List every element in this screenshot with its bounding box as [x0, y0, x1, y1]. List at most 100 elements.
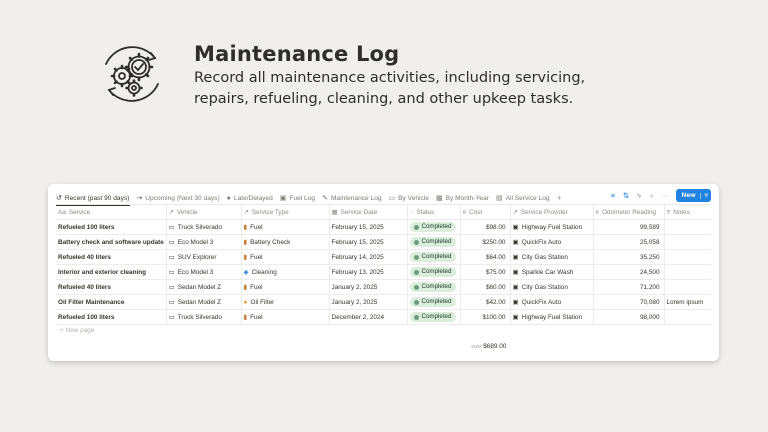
vehicle-cell[interactable]: ▭ Eco Model 3: [166, 234, 242, 250]
cost-cell[interactable]: $98.00: [460, 219, 511, 235]
table-row[interactable]: Refueled 100 liters ▭ Truck Silverado ▮ Fuel…: [56, 219, 711, 235]
service-date-cell[interactable]: December 2, 2024: [329, 309, 408, 325]
column-header-service-provider[interactable]: ↗ Service Provider: [510, 204, 594, 220]
vehicle-cell[interactable]: ▭ Sedan Model Z: [166, 294, 242, 310]
service-cell[interactable]: Refueled 40 liters: [56, 249, 167, 265]
column-header-label: Notes: [673, 208, 690, 216]
table-row[interactable]: Interior and exterior cleaning ▭ Eco Model…: [56, 264, 711, 280]
filter-icon[interactable]: ≡: [607, 191, 620, 200]
service-type-cell[interactable]: ▮ Battery Check: [241, 234, 330, 250]
column-header-label: Service: [68, 208, 91, 216]
notes-cell[interactable]: Lorem ipsum: [664, 294, 711, 310]
cost-cell[interactable]: $64.00: [460, 249, 511, 265]
status-cell[interactable]: Completed: [407, 294, 461, 310]
search-icon[interactable]: ⌕: [646, 191, 659, 201]
car-icon: ▭: [168, 254, 175, 261]
sort-icon[interactable]: ⇅: [620, 191, 633, 200]
service-cell[interactable]: Refueled 100 liters: [56, 219, 167, 235]
service-cell[interactable]: Refueled 40 liters: [56, 279, 167, 295]
service-date-cell[interactable]: January 2, 2025: [329, 279, 408, 295]
new-button-label[interactable]: New: [676, 192, 701, 199]
service-type-cell[interactable]: ▮ Fuel: [241, 309, 330, 325]
service-provider-cell[interactable]: ▣ Sparkle Car Wash: [510, 264, 594, 280]
cost-cell[interactable]: $42.00: [460, 294, 511, 310]
provider-name: QuickFix Auto: [521, 299, 562, 306]
odometer-cell[interactable]: 99,589: [593, 219, 665, 235]
notes-cell[interactable]: [664, 279, 711, 295]
cost-cell[interactable]: $100.00: [460, 309, 511, 325]
vehicle-cell[interactable]: ▭ Sedan Model Z: [166, 279, 242, 295]
service-provider-cell[interactable]: ▣ City Gas Station: [510, 279, 594, 295]
service-provider-cell[interactable]: ▣ Highway Fuel Station: [510, 219, 594, 235]
service-provider-cell[interactable]: ▣ City Gas Station: [510, 249, 594, 265]
column-header-notes[interactable]: ≡ Notes: [664, 204, 711, 220]
status-label: Completed: [421, 268, 452, 275]
service-type-cell[interactable]: ● Oil Filter: [241, 294, 330, 310]
table-row[interactable]: Battery check and software update ▭ Eco Mo…: [56, 234, 711, 250]
service-date-cell[interactable]: February 14, 2025: [329, 249, 408, 265]
odometer-cell[interactable]: 98,000: [593, 309, 665, 325]
wrench-icon: ✎: [322, 195, 328, 202]
service-date-cell[interactable]: February 15, 2025: [329, 234, 408, 250]
cost-cell[interactable]: $75.00: [460, 264, 511, 280]
service-provider-cell[interactable]: ▣ QuickFix Auto: [510, 294, 594, 310]
status-cell[interactable]: Completed: [407, 264, 461, 280]
service-cell[interactable]: Refueled 100 liters: [56, 309, 167, 325]
new-button[interactable]: New ˅: [675, 189, 711, 202]
column-header-service[interactable]: Aa Service: [56, 204, 167, 220]
status-cell[interactable]: Completed: [407, 279, 461, 295]
service-date-cell[interactable]: January 2, 2025: [329, 294, 408, 310]
column-header-vehicle[interactable]: ↗ Vehicle: [166, 204, 242, 220]
more-icon[interactable]: ···: [659, 191, 672, 200]
cost-cell[interactable]: $250.00: [460, 234, 511, 250]
odometer-cell[interactable]: 35,250: [593, 249, 665, 265]
column-header-status[interactable]: ◌ Status: [407, 204, 461, 220]
table-row[interactable]: Refueled 100 liters ▭ Truck Silverado ▮ Fuel…: [56, 309, 711, 325]
column-header-service-date[interactable]: ▦ Service Date: [329, 204, 408, 220]
table-row[interactable]: Refueled 40 liters ▭ SUV Explorer ▮ Fuel Febr…: [56, 249, 711, 265]
notes-cell[interactable]: [664, 309, 711, 325]
service-type-cell[interactable]: ◆ Cleaning: [241, 264, 330, 280]
column-type-icon: ≡: [666, 208, 671, 216]
service-provider-cell[interactable]: ▣ QuickFix Auto: [510, 234, 594, 250]
service-type-cell[interactable]: ▮ Fuel: [241, 249, 330, 265]
cost-cell[interactable]: $60.00: [460, 279, 511, 295]
service-date-cell[interactable]: February 15, 2025: [329, 219, 408, 235]
odometer-cell[interactable]: 25,058: [593, 234, 665, 250]
fuel-pump-icon: ▣: [512, 284, 519, 291]
column-header-cost[interactable]: # Cost: [460, 204, 511, 220]
service-provider-cell[interactable]: ▣ Highway Fuel Station: [510, 309, 594, 325]
service-cell[interactable]: Interior and exterior cleaning: [56, 264, 167, 280]
odometer-cell[interactable]: 70,080: [593, 294, 665, 310]
table-row[interactable]: Refueled 40 liters ▭ Sedan Model Z ▮ Fuel Jan…: [56, 279, 711, 295]
vehicle-cell[interactable]: ▭ Truck Silverado: [166, 219, 242, 235]
notes-cell[interactable]: [664, 234, 711, 250]
automation-icon[interactable]: ϟ: [633, 191, 646, 200]
odometer-cell[interactable]: 24,500: [593, 264, 665, 280]
vehicle-cell[interactable]: ▭ Eco Model 3: [166, 264, 242, 280]
odometer-cell[interactable]: 71,200: [593, 279, 665, 295]
service-cell[interactable]: Battery check and software update: [56, 234, 167, 250]
column-header-odometer-reading[interactable]: # Odometer Reading: [593, 204, 665, 220]
cost-sum[interactable]: SUM $689.00: [471, 343, 506, 350]
table-row[interactable]: Oil Filter Maintenance ▭ Sedan Model Z ● Oil…: [56, 294, 711, 310]
vehicle-cell[interactable]: ▭ Truck Silverado: [166, 309, 242, 325]
service-type-cell[interactable]: ▮ Fuel: [241, 279, 330, 295]
service-type-icon: ▮: [243, 314, 248, 321]
chevron-down-icon[interactable]: ˅: [700, 192, 711, 199]
status-cell[interactable]: Completed: [407, 249, 461, 265]
vehicle-cell[interactable]: ▭ SUV Explorer: [166, 249, 242, 265]
column-header-service-type[interactable]: ↗ Service Type: [241, 204, 330, 220]
new-page-button[interactable]: + New page: [60, 327, 94, 334]
status-cell[interactable]: Completed: [407, 234, 461, 250]
status-cell[interactable]: Completed: [407, 219, 461, 235]
notes-cell[interactable]: [664, 249, 711, 265]
notes-cell[interactable]: [664, 264, 711, 280]
notes-cell[interactable]: [664, 219, 711, 235]
service-date-cell[interactable]: February 13, 2025: [329, 264, 408, 280]
service-type-cell[interactable]: ▮ Fuel: [241, 219, 330, 235]
status-cell[interactable]: Completed: [407, 309, 461, 325]
service-cell[interactable]: Oil Filter Maintenance: [56, 294, 167, 310]
vehicle-name: Eco Model 3: [177, 239, 214, 246]
add-view-icon[interactable]: +: [557, 193, 562, 203]
